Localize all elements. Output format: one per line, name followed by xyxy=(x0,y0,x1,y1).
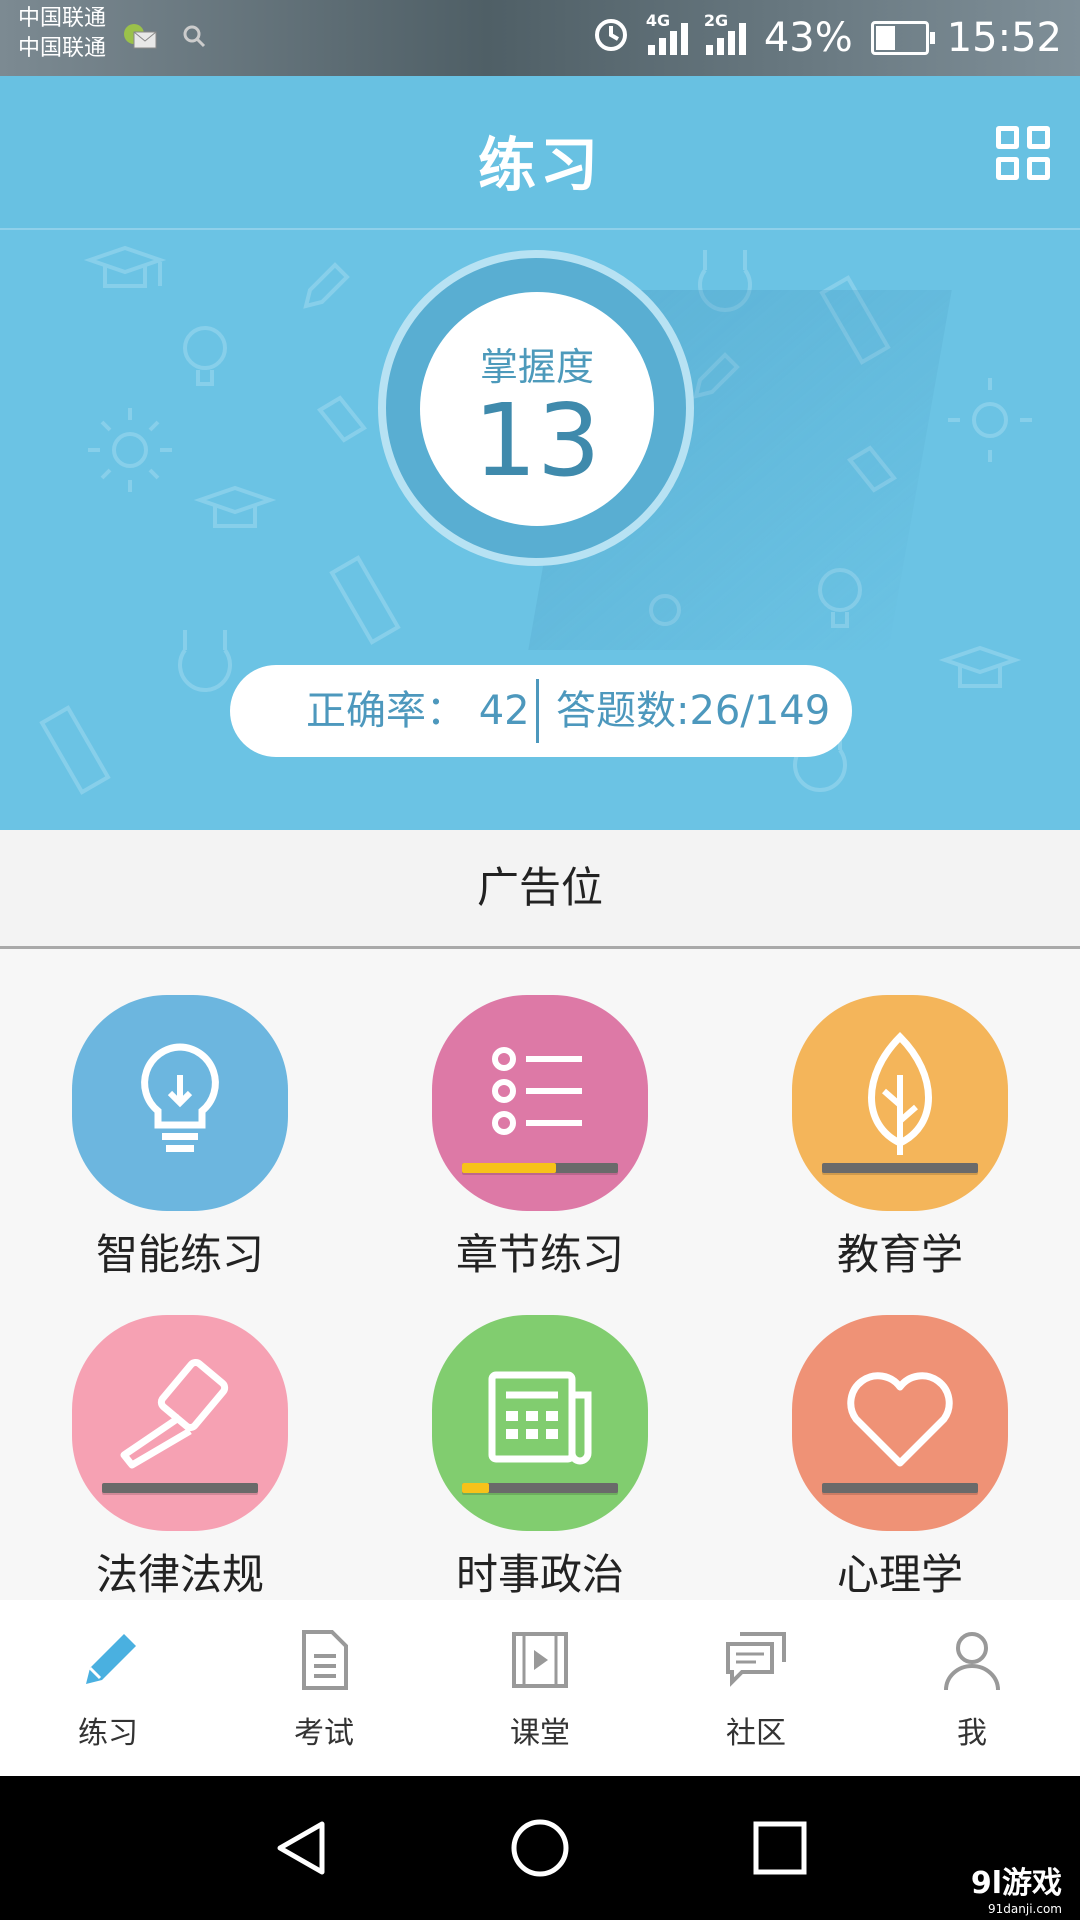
category-law[interactable]: 法律法规 xyxy=(0,1315,360,1615)
category-psychology[interactable]: 心理学 xyxy=(720,1315,1080,1615)
battery-icon xyxy=(870,21,935,55)
ad-banner[interactable]: 广告位 xyxy=(0,830,1080,949)
newspaper-icon xyxy=(488,1371,592,1465)
watermark-url: 91danji.com xyxy=(988,1902,1062,1916)
carrier-2: 中国联通 xyxy=(18,36,107,61)
watermark: 9l游戏 91danji.com xyxy=(971,1858,1062,1916)
net-type-2: 2G xyxy=(703,11,729,30)
home-icon[interactable] xyxy=(510,1818,570,1878)
progress-bar xyxy=(462,1483,618,1493)
grid-menu-icon[interactable] xyxy=(996,126,1050,180)
category-label: 时事政治 xyxy=(455,1550,624,1599)
category-label: 章节练习 xyxy=(455,1230,624,1279)
app-header: 练习 xyxy=(0,76,1080,230)
back-icon[interactable] xyxy=(272,1818,332,1878)
signal-2g-icon: 2G xyxy=(704,11,746,55)
answered-stat: 答题数:26/149 xyxy=(556,688,831,734)
system-nav-bar xyxy=(0,1776,1080,1920)
mastery-panel: 掌握度 13 正确率： 42 答题数:26/149 xyxy=(0,230,1080,830)
leaf-icon xyxy=(868,1032,932,1155)
category-icon-bg xyxy=(432,1315,648,1531)
heart-icon xyxy=(847,1372,953,1467)
progress-bar xyxy=(462,1163,618,1173)
list-icon xyxy=(492,1047,582,1135)
net-type-1: 4G xyxy=(645,11,671,30)
tab-label: 练习 xyxy=(78,1716,138,1751)
tab-label: 社区 xyxy=(726,1716,786,1751)
category-icon-bg xyxy=(432,995,648,1211)
accuracy-stat: 正确率： 42 xyxy=(306,688,530,734)
category-pedagogy[interactable]: 教育学 xyxy=(720,995,1080,1295)
user-icon xyxy=(944,1632,1000,1691)
category-smart-practice[interactable]: 智能练习 xyxy=(0,995,360,1295)
tab-me[interactable]: 我 xyxy=(864,1600,1080,1776)
mastery-value: 13 xyxy=(473,382,601,499)
message-icon xyxy=(122,22,158,50)
chat-icon xyxy=(726,1632,786,1687)
tab-exam[interactable]: 考试 xyxy=(216,1600,432,1776)
recents-icon[interactable] xyxy=(752,1820,808,1876)
category-icon-bg xyxy=(72,995,288,1211)
tab-label: 课堂 xyxy=(510,1716,570,1751)
category-icon-bg xyxy=(792,995,1008,1211)
tab-community[interactable]: 社区 xyxy=(648,1600,864,1776)
status-bar: 中国联通 中国联通 4G 2G 43% 15:52 xyxy=(0,0,1080,76)
mastery-circle[interactable]: 掌握度 13 xyxy=(420,292,654,526)
carrier-1: 中国联通 xyxy=(18,6,107,31)
search-icon xyxy=(182,24,206,52)
signal-4g-icon: 4G xyxy=(646,11,688,55)
category-label: 智能练习 xyxy=(95,1230,264,1279)
progress-bar xyxy=(102,1483,258,1493)
film-icon xyxy=(512,1632,568,1688)
page-title: 练习 xyxy=(477,131,602,199)
category-chapter-practice[interactable]: 章节练习 xyxy=(360,995,720,1295)
gavel-icon xyxy=(120,1359,229,1469)
tab-label: 我 xyxy=(957,1716,987,1751)
tab-classroom[interactable]: 课堂 xyxy=(432,1600,648,1776)
stats-divider xyxy=(536,679,539,743)
progress-bar xyxy=(822,1163,978,1173)
clock: 15:52 xyxy=(946,15,1062,61)
status-right: 4G 2G 43% 15:52 xyxy=(592,11,1062,64)
tab-label: 考试 xyxy=(294,1716,354,1751)
category-icon-bg xyxy=(792,1315,1008,1531)
progress-bar xyxy=(822,1483,978,1493)
category-label: 心理学 xyxy=(836,1550,963,1599)
category-current-affairs[interactable]: 时事政治 xyxy=(360,1315,720,1615)
lightbulb-icon xyxy=(141,1043,219,1152)
category-icon-bg xyxy=(72,1315,288,1531)
watermark-brand: 9l游戏 xyxy=(970,1866,1062,1901)
tab-practice[interactable]: 练习 xyxy=(0,1600,216,1776)
stats-pill: 正确率： 42 答题数:26/149 xyxy=(230,665,852,757)
category-label: 法律法规 xyxy=(95,1550,264,1599)
battery-percent: 43% xyxy=(763,15,853,61)
category-label: 教育学 xyxy=(836,1230,963,1279)
bottom-nav: 练习 考试 课堂 社区 我 xyxy=(0,1600,1080,1776)
document-icon xyxy=(302,1630,348,1690)
pencil-icon xyxy=(86,1634,136,1684)
alarm-icon xyxy=(592,14,630,62)
